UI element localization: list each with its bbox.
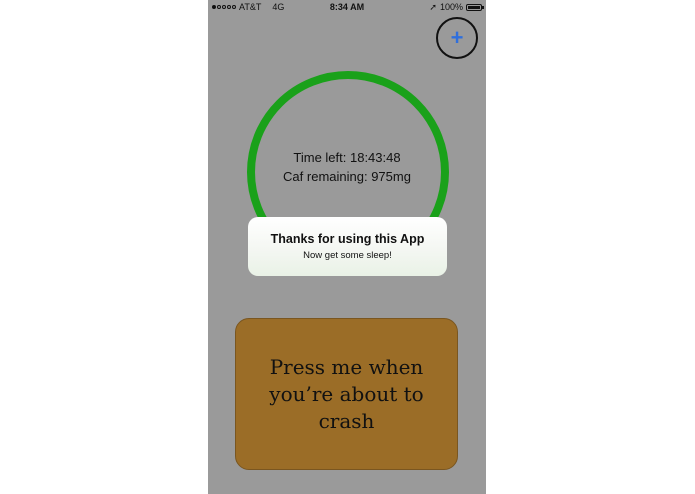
- alert-message: Now get some sleep!: [303, 250, 392, 261]
- battery-percent: 100%: [439, 2, 463, 12]
- add-button[interactable]: +: [436, 17, 478, 59]
- alert-dialog[interactable]: Thanks for using this App Now get some s…: [248, 217, 447, 276]
- crash-button[interactable]: Press me when you’re about to crash: [235, 318, 458, 470]
- caffeine-remaining-label: Caf remaining: 975mg: [283, 169, 411, 184]
- battery-icon: [466, 3, 484, 11]
- app-screen: AT&T 4G 8:34 AM ➚ 100% + Time left: 18:4…: [208, 0, 486, 494]
- alert-title: Thanks for using this App: [270, 232, 425, 246]
- location-arrow-icon: ➚: [429, 2, 437, 12]
- status-bar: AT&T 4G 8:34 AM ➚ 100%: [208, 0, 486, 14]
- time-left-label: Time left: 18:43:48: [293, 150, 401, 165]
- crash-button-label: Press me when you’re about to crash: [269, 354, 424, 433]
- status-right: ➚ 100%: [429, 0, 484, 14]
- plus-icon: +: [450, 25, 464, 50]
- battery-fill: [468, 5, 480, 9]
